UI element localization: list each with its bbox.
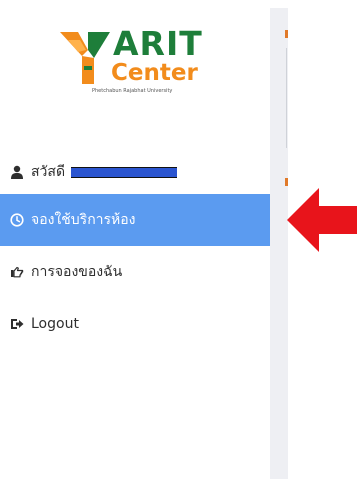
content-marker [285, 178, 288, 186]
content-divider [286, 48, 287, 148]
sidebar: ARIT Center Phetchabun Rajabhat Universi… [0, 0, 270, 479]
hand-point-icon [11, 266, 24, 278]
logo-mark-icon [60, 32, 110, 84]
redacted-username [71, 166, 178, 178]
sidebar-item-label: จองใช้บริการห้อง [31, 212, 136, 228]
sidebar-item-logout[interactable]: Logout [0, 298, 270, 350]
red-arrow-annotation [287, 188, 357, 252]
arit-logo[interactable]: ARIT Center Phetchabun Rajabhat Universi… [58, 26, 218, 106]
page: ARIT Center Phetchabun Rajabhat Universi… [0, 0, 357, 479]
user-greeting: สวัสดี [0, 150, 270, 194]
sidebar-item-book-room[interactable]: จองใช้บริการห้อง [0, 194, 270, 246]
greeting-label: สวัสดี [31, 164, 66, 180]
clock-icon [10, 213, 24, 227]
logo-title: ARIT [113, 24, 203, 63]
logo-university: Phetchabun Rajabhat University [92, 88, 173, 94]
sidebar-item-label: การจองของฉัน [31, 264, 123, 280]
content-area [270, 8, 288, 479]
sidebar-item-my-bookings[interactable]: การจองของฉัน [0, 246, 270, 298]
logo-subtitle: Center [111, 60, 198, 86]
sidebar-item-label: Logout [31, 316, 79, 332]
content-marker [285, 30, 288, 38]
sign-out-icon [11, 319, 24, 329]
sidebar-menu: สวัสดี จองใช้บริการห้อง การจองของฉัน Log… [0, 150, 270, 350]
user-icon [11, 165, 23, 179]
